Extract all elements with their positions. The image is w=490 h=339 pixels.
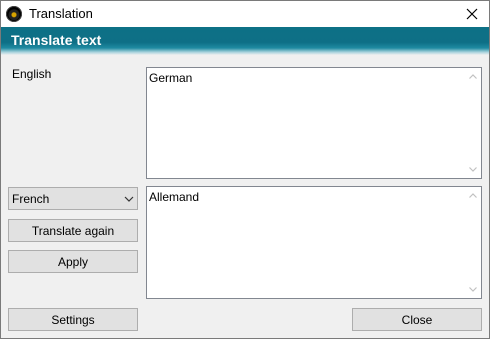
source-scrollbar[interactable] (464, 68, 481, 178)
close-icon[interactable] (455, 1, 489, 27)
settings-button[interactable]: Settings (8, 308, 138, 331)
title-bar: Translation (1, 1, 489, 27)
header-title: Translate text (11, 32, 102, 48)
window-title: Translation (29, 6, 93, 21)
target-text-area[interactable]: Allemand (146, 186, 482, 299)
apply-button[interactable]: Apply (8, 250, 138, 273)
target-language-value: French (12, 192, 50, 206)
scroll-up-icon[interactable] (464, 68, 481, 85)
translation-window: Translation Translate text English Germa… (0, 0, 490, 339)
target-language-dropdown[interactable]: French (8, 187, 138, 210)
source-text-area[interactable]: German (146, 67, 482, 179)
scroll-down-icon[interactable] (464, 281, 481, 298)
chevron-down-icon (124, 193, 134, 207)
source-language-label: English (12, 67, 52, 81)
translate-again-button[interactable]: Translate again (8, 219, 138, 242)
close-button[interactable]: Close (352, 308, 482, 331)
source-text: German (149, 71, 193, 85)
target-text: Allemand (149, 190, 200, 204)
header-banner: Translate text (1, 27, 489, 55)
scroll-up-icon[interactable] (464, 187, 481, 204)
scroll-down-icon[interactable] (464, 161, 481, 178)
target-scrollbar[interactable] (464, 187, 481, 298)
app-icon (6, 6, 22, 22)
